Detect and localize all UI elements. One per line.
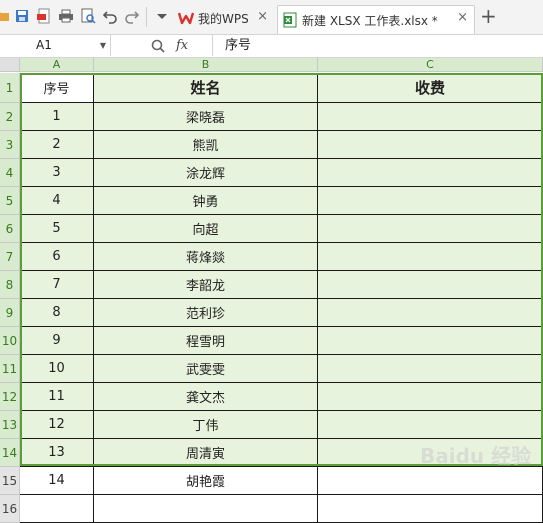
table-cell-name[interactable]: 周清寅 — [94, 439, 318, 467]
export-pdf-icon[interactable] — [36, 8, 52, 24]
table-cell-name[interactable]: 丁伟 — [94, 411, 318, 439]
redo-icon[interactable] — [124, 8, 140, 24]
row-header[interactable]: 9 — [0, 299, 20, 327]
table-cell-fee[interactable] — [318, 411, 543, 439]
select-all-corner[interactable] — [0, 58, 20, 72]
table-cell-no[interactable]: 14 — [20, 467, 94, 495]
table-cell-no[interactable]: 7 — [20, 271, 94, 299]
table-cell-name[interactable]: 向超 — [94, 215, 318, 243]
table-cell-name[interactable]: 程雪明 — [94, 327, 318, 355]
table-cell-no[interactable]: 10 — [20, 355, 94, 383]
name-box-value: A1 — [36, 38, 52, 52]
column-header-c[interactable]: C — [318, 58, 543, 72]
table-cell-no[interactable] — [20, 495, 94, 523]
wps-logo-icon — [178, 10, 194, 26]
table-cell-name[interactable]: 熊凯 — [94, 131, 318, 159]
tab-my-wps[interactable]: 我的WPS × — [174, 5, 274, 31]
row-header[interactable]: 11 — [0, 355, 20, 383]
table-cell-name[interactable]: 梁晓磊 — [94, 103, 318, 131]
column-header-a[interactable]: A — [20, 58, 94, 72]
row-header[interactable]: 15 — [0, 467, 20, 495]
table-cell-no[interactable]: 11 — [20, 383, 94, 411]
row-header[interactable]: 13 — [0, 411, 20, 439]
table-cell-no[interactable]: 9 — [20, 327, 94, 355]
undo-icon[interactable] — [102, 8, 118, 24]
table-cell-no[interactable]: 1 — [20, 103, 94, 131]
table-cell-no[interactable]: 3 — [20, 159, 94, 187]
table-cell-no[interactable]: 13 — [20, 439, 94, 467]
print-preview-icon[interactable] — [80, 8, 96, 24]
table-cell-fee[interactable] — [318, 159, 543, 187]
table-cell-fee[interactable] — [318, 327, 543, 355]
title-toolbar: 我的WPS × 新建 XLSX 工作表.xlsx * × + — [0, 0, 543, 35]
xlsx-file-icon — [282, 12, 298, 28]
header-cell-name[interactable]: 姓名 — [94, 73, 318, 103]
chevron-down-icon[interactable]: ▼ — [100, 35, 106, 56]
save-icon[interactable] — [14, 8, 30, 24]
row-header[interactable]: 4 — [0, 159, 20, 187]
function-button[interactable]: fx — [176, 35, 188, 56]
tab-close-button[interactable]: × — [257, 10, 268, 24]
row-header[interactable]: 6 — [0, 215, 20, 243]
table-cell-no[interactable]: 6 — [20, 243, 94, 271]
table-cell-no[interactable]: 8 — [20, 299, 94, 327]
row-header[interactable]: 12 — [0, 383, 20, 411]
table-cell-fee[interactable] — [318, 355, 543, 383]
row-header[interactable]: 3 — [0, 131, 20, 159]
new-tab-button[interactable]: + — [480, 6, 497, 26]
table-cell-name[interactable]: 钟勇 — [94, 187, 318, 215]
row-header[interactable]: 2 — [0, 103, 20, 131]
tab-xlsx-document[interactable]: 新建 XLSX 工作表.xlsx * × — [277, 5, 475, 34]
row-header[interactable]: 5 — [0, 187, 20, 215]
table-cell-fee[interactable] — [318, 243, 543, 271]
table-cell-name[interactable]: 胡艳霞 — [94, 467, 318, 495]
name-box[interactable]: A1 ▼ — [0, 35, 111, 56]
header-cell-no[interactable]: 序号 — [20, 73, 94, 103]
header-cell-fee[interactable]: 收费 — [318, 73, 543, 103]
formula-input[interactable]: 序号 — [212, 35, 543, 56]
row-header[interactable]: 1 — [0, 73, 20, 103]
tab-close-button[interactable]: × — [457, 11, 468, 25]
dropdown-icon[interactable] — [154, 8, 170, 24]
folder-icon[interactable] — [0, 8, 10, 24]
row-header[interactable]: 8 — [0, 271, 20, 299]
table-cell-name[interactable]: 范利珍 — [94, 299, 318, 327]
table-cell-fee[interactable] — [318, 187, 543, 215]
table-cell-name[interactable]: 李韶龙 — [94, 271, 318, 299]
table-cell-no[interactable]: 12 — [20, 411, 94, 439]
table-cell-name[interactable]: 龚文杰 — [94, 383, 318, 411]
table-cell-no[interactable]: 5 — [20, 215, 94, 243]
table-cell-fee[interactable] — [318, 299, 543, 327]
table-cell-fee[interactable] — [318, 131, 543, 159]
print-icon[interactable] — [58, 8, 74, 24]
row-header[interactable]: 14 — [0, 439, 20, 467]
row-header[interactable]: 10 — [0, 327, 20, 355]
table-cell-name[interactable]: 涂龙辉 — [94, 159, 318, 187]
table-cell-fee[interactable] — [318, 383, 543, 411]
table-cell-name[interactable]: 武雯雯 — [94, 355, 318, 383]
table-cell-fee[interactable] — [318, 215, 543, 243]
table-cell-fee[interactable] — [318, 103, 543, 131]
row-header[interactable]: 16 — [0, 495, 20, 523]
row-header[interactable]: 7 — [0, 243, 20, 271]
watermark: Baidu 经验 — [420, 444, 532, 468]
table-cell-no[interactable]: 2 — [20, 131, 94, 159]
tab-label: 我的WPS — [198, 11, 249, 26]
toolbar-divider — [146, 7, 147, 27]
table-cell-name[interactable] — [94, 495, 318, 523]
tab-label: 新建 XLSX 工作表.xlsx * — [302, 13, 438, 28]
zoom-icon[interactable] — [150, 38, 166, 54]
table-cell-fee[interactable] — [318, 271, 543, 299]
table-cell-no[interactable]: 4 — [20, 187, 94, 215]
formula-bar: A1 ▼ fx 序号 — [0, 35, 543, 58]
column-header-b[interactable]: B — [94, 58, 318, 72]
table-cell-name[interactable]: 蒋烽燚 — [94, 243, 318, 271]
